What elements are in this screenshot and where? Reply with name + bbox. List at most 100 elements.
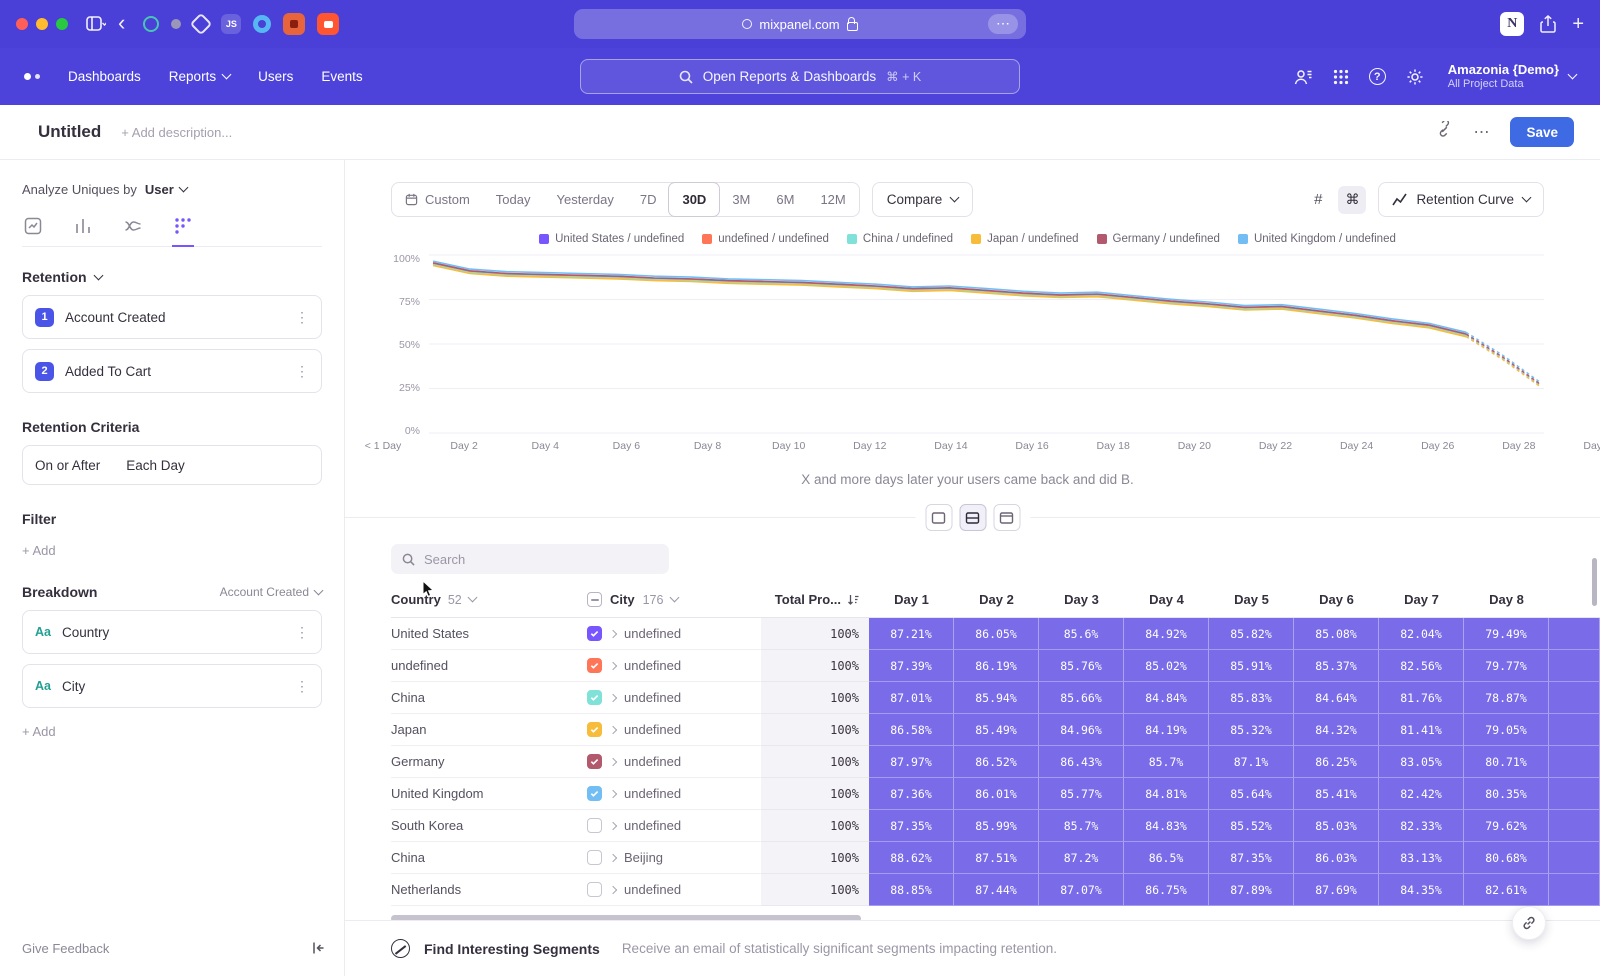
expand-row-icon[interactable]: [609, 629, 617, 637]
retention-value-cell[interactable]: 85.91%: [1209, 650, 1294, 682]
retention-section-title[interactable]: Retention: [22, 269, 322, 285]
filter-add-button[interactable]: + Add: [22, 543, 322, 558]
step-card-1[interactable]: 1 Account Created ⋮: [22, 295, 322, 339]
retention-value-cell[interactable]: 79.77%: [1464, 650, 1549, 682]
sort-icon[interactable]: [847, 594, 859, 606]
date-range-yesterday[interactable]: Yesterday: [544, 183, 627, 216]
table-row[interactable]: South Koreaundefined100%87.35%85.99%85.7…: [391, 810, 1600, 842]
retention-value-cell[interactable]: 87.89%: [1209, 874, 1294, 906]
date-range-7d[interactable]: 7D: [627, 183, 670, 216]
expand-row-icon[interactable]: [609, 821, 617, 829]
shortcuts-button[interactable]: ⌘: [1338, 186, 1366, 214]
expand-row-icon[interactable]: [609, 885, 617, 893]
extension-icon-ring[interactable]: [143, 16, 159, 32]
date-range-custom[interactable]: Custom: [392, 183, 483, 216]
chart-type-dropdown[interactable]: Retention Curve: [1378, 182, 1544, 217]
day-column-header[interactable]: Day 6: [1294, 592, 1379, 607]
retention-value-cell[interactable]: 85.52%: [1209, 810, 1294, 842]
tab-flows[interactable]: [122, 211, 144, 246]
expand-row-icon[interactable]: [609, 853, 617, 861]
close-window-button[interactable]: [16, 18, 28, 30]
segments-title[interactable]: Find Interesting Segments: [424, 941, 600, 957]
series-checkbox[interactable]: [587, 658, 602, 673]
retention-value-cell[interactable]: 81.41%: [1379, 714, 1464, 746]
date-range-today[interactable]: Today: [483, 183, 544, 216]
retention-value-cell[interactable]: 85.03%: [1294, 810, 1379, 842]
series-checkbox[interactable]: [587, 882, 602, 897]
retention-value-cell[interactable]: 84.96%: [1039, 714, 1124, 746]
series-checkbox[interactable]: [587, 786, 602, 801]
extension-icon-wave[interactable]: [253, 15, 271, 33]
retention-value-cell[interactable]: 85.6%: [1039, 618, 1124, 650]
table-row[interactable]: undefinedundefined100%87.39%86.19%85.76%…: [391, 650, 1600, 682]
global-search-input[interactable]: Open Reports & Dashboards ⌘ + K: [580, 59, 1020, 94]
retention-value-cell[interactable]: 86.25%: [1294, 746, 1379, 778]
split-view-button[interactable]: [959, 504, 986, 531]
date-range-12m[interactable]: 12M: [807, 183, 858, 216]
analyze-uniques-control[interactable]: Analyze Uniques by User: [22, 182, 322, 197]
extension-icon-js[interactable]: JS: [221, 14, 241, 34]
table-row[interactable]: Netherlandsundefined100%88.85%87.44%87.0…: [391, 874, 1600, 906]
series-checkbox[interactable]: [587, 850, 602, 865]
retention-value-cell[interactable]: 85.83%: [1209, 682, 1294, 714]
retention-value-cell[interactable]: 85.32%: [1209, 714, 1294, 746]
retention-value-cell[interactable]: 82.61%: [1464, 874, 1549, 906]
extension-icon-cube[interactable]: [190, 13, 213, 36]
retention-value-cell[interactable]: 87.35%: [1209, 842, 1294, 874]
kebab-menu-icon[interactable]: ⋮: [295, 309, 309, 326]
retention-value-cell[interactable]: 86.75%: [1124, 874, 1209, 906]
retention-value-cell[interactable]: 84.84%: [1124, 682, 1209, 714]
compare-button[interactable]: Compare: [872, 182, 974, 217]
more-actions-button[interactable]: ⋯: [1473, 122, 1490, 142]
new-tab-icon[interactable]: +: [1572, 13, 1584, 36]
minimize-window-button[interactable]: [36, 18, 48, 30]
retention-value-cell[interactable]: 81.76%: [1379, 682, 1464, 714]
retention-value-cell[interactable]: 85.82%: [1209, 618, 1294, 650]
expand-row-icon[interactable]: [609, 725, 617, 733]
extension-icon-dot[interactable]: [171, 19, 181, 29]
retention-value-cell[interactable]: 87.01%: [869, 682, 954, 714]
table-only-view-button[interactable]: [993, 504, 1020, 531]
retention-value-cell[interactable]: 80.68%: [1464, 842, 1549, 874]
table-row[interactable]: United Statesundefined100%87.21%86.05%85…: [391, 618, 1600, 650]
country-column-header[interactable]: Country 52: [391, 592, 587, 607]
retention-value-cell[interactable]: 87.36%: [869, 778, 954, 810]
table-search-input[interactable]: Search: [391, 544, 669, 574]
retention-value-cell[interactable]: 80.35%: [1464, 778, 1549, 810]
retention-value-cell[interactable]: 79.62%: [1464, 810, 1549, 842]
share-link-fab[interactable]: [1512, 906, 1546, 940]
day-column-header[interactable]: Day 7: [1379, 592, 1464, 607]
extension-icon-red-app[interactable]: [317, 13, 339, 35]
retention-value-cell[interactable]: 85.7%: [1039, 810, 1124, 842]
retention-value-cell[interactable]: 85.66%: [1039, 682, 1124, 714]
table-row[interactable]: Chinaundefined100%87.01%85.94%85.66%84.8…: [391, 682, 1600, 714]
project-selector[interactable]: Amazonia {Demo} All Project Data: [1448, 62, 1576, 92]
date-range-6m[interactable]: 6M: [763, 183, 807, 216]
day-column-header[interactable]: Day 1: [869, 592, 954, 607]
url-more-button[interactable]: ⋯: [988, 14, 1018, 34]
legend-item[interactable]: Germany / undefined: [1097, 233, 1220, 245]
tab-funnels[interactable]: [72, 211, 94, 246]
criteria-operator[interactable]: On or After: [35, 458, 100, 473]
save-button[interactable]: Save: [1510, 117, 1574, 147]
retention-value-cell[interactable]: 84.35%: [1379, 874, 1464, 906]
nav-users[interactable]: Users: [258, 69, 293, 84]
retention-value-cell[interactable]: 87.39%: [869, 650, 954, 682]
retention-value-cell[interactable]: 87.21%: [869, 618, 954, 650]
retention-value-cell[interactable]: 86.01%: [954, 778, 1039, 810]
retention-value-cell[interactable]: 87.2%: [1039, 842, 1124, 874]
series-checkbox[interactable]: [587, 818, 602, 833]
annotations-button[interactable]: #: [1310, 187, 1326, 212]
retention-value-cell[interactable]: 87.69%: [1294, 874, 1379, 906]
share-icon[interactable]: [1540, 15, 1556, 33]
retention-value-cell[interactable]: 87.97%: [869, 746, 954, 778]
retention-value-cell[interactable]: 78.87%: [1464, 682, 1549, 714]
series-checkbox[interactable]: [587, 754, 602, 769]
retention-value-cell[interactable]: 87.44%: [954, 874, 1039, 906]
breakdown-scope-selector[interactable]: Account Created: [220, 585, 322, 599]
retention-value-cell[interactable]: 86.03%: [1294, 842, 1379, 874]
total-column-header[interactable]: Total Pro...: [761, 592, 869, 607]
retention-value-cell[interactable]: 85.49%: [954, 714, 1039, 746]
series-checkbox[interactable]: [587, 722, 602, 737]
day-column-header[interactable]: Day 4: [1124, 592, 1209, 607]
